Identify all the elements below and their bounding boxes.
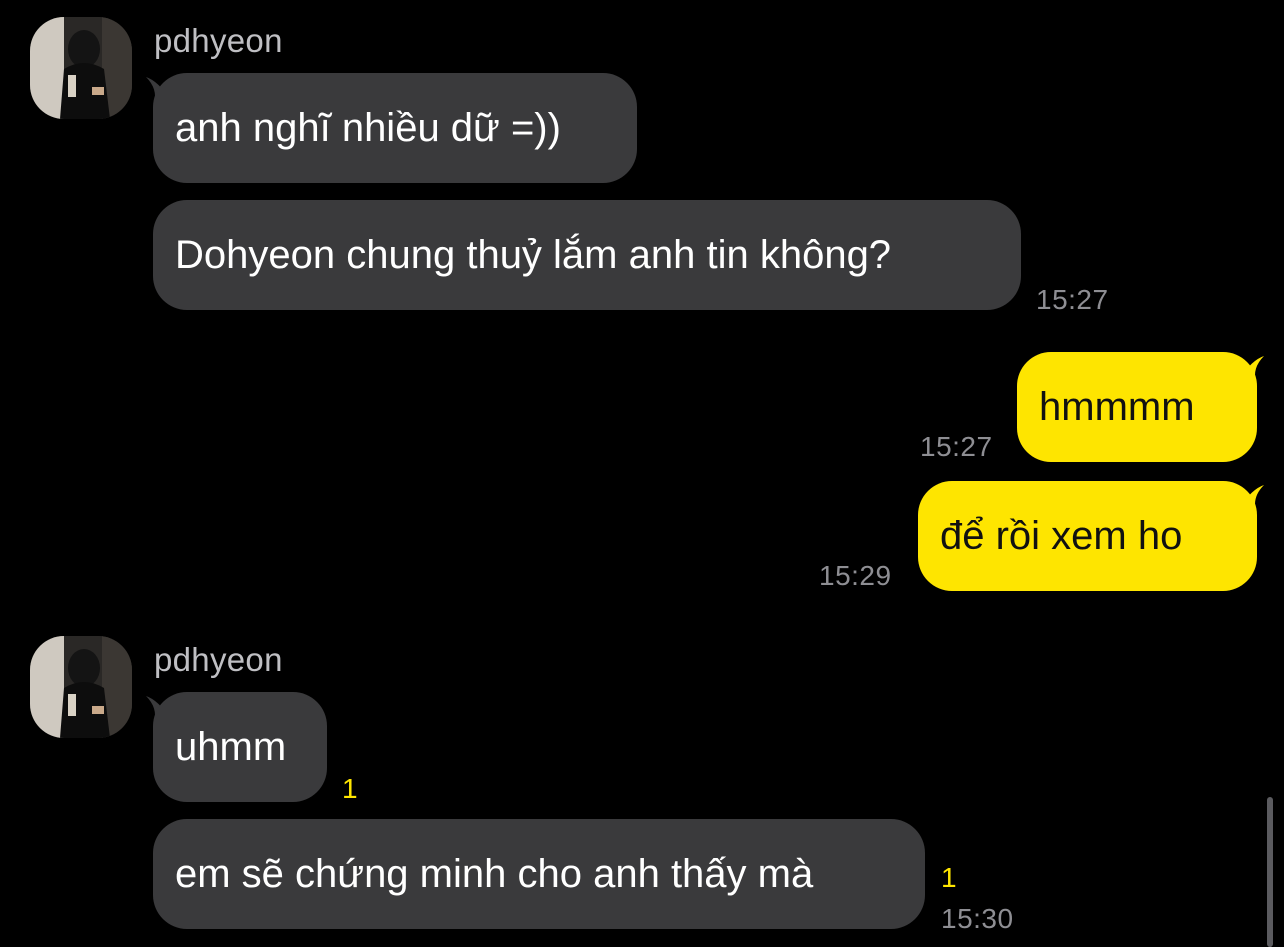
scrollbar[interactable] [1267,797,1273,947]
profile-photo-icon [30,636,132,738]
message-timestamp: 15:27 [920,431,993,462]
sender-avatar[interactable] [30,17,132,119]
outgoing-message-bubble[interactable]: để rồi xem ho [918,481,1257,591]
message-timestamp: 15:29 [819,560,892,591]
message-timestamp: 15:30 [941,903,1014,934]
unread-count: 1 [342,773,358,804]
sender-name: pdhyeon [154,22,283,59]
sender-name: pdhyeon [154,641,283,678]
incoming-message-bubble[interactable]: anh nghĩ nhiều dữ =)) [153,73,637,183]
incoming-message-bubble[interactable]: em sẽ chứng minh cho anh thấy mà [153,819,925,929]
outgoing-message-bubble[interactable]: hmmmm [1017,352,1257,462]
unread-count: 1 [941,862,957,893]
incoming-message-bubble[interactable]: uhmm [153,692,327,802]
message-timestamp: 15:27 [1036,284,1109,315]
profile-photo-icon [30,17,132,119]
sender-avatar[interactable] [30,636,132,738]
incoming-message-bubble[interactable]: Dohyeon chung thuỷ lắm anh tin không? [153,200,1021,310]
chat-message-list[interactable]: pdhyeon anh nghĩ nhiều dữ =)) Dohyeon ch… [0,0,1284,947]
